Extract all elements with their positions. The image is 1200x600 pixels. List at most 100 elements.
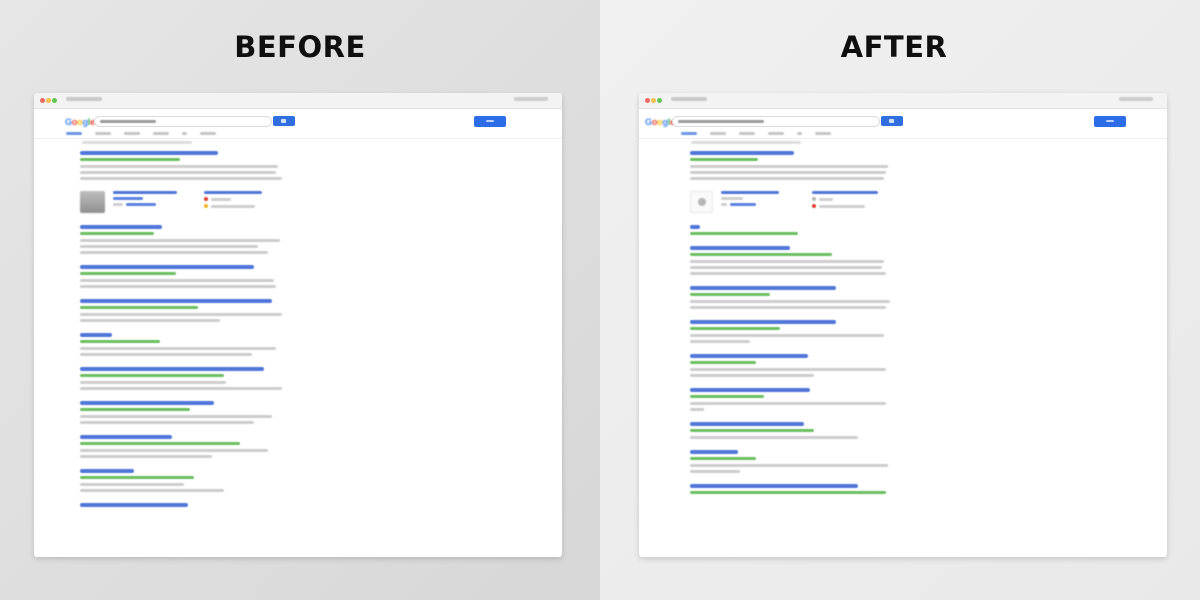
tab-tools[interactable] (815, 132, 831, 135)
sign-in-button[interactable] (474, 116, 506, 127)
tabs-divider (639, 138, 1167, 139)
result-title[interactable] (690, 320, 836, 324)
result-title[interactable] (80, 401, 214, 405)
knowledge-title[interactable] (812, 191, 879, 194)
search-result[interactable] (80, 367, 286, 390)
search-result[interactable] (690, 484, 896, 494)
close-window-icon[interactable] (645, 98, 650, 103)
result-title[interactable] (80, 151, 218, 155)
knowledge-card[interactable] (690, 191, 896, 215)
search-result[interactable] (80, 401, 286, 424)
tab-videos[interactable] (739, 132, 755, 135)
result-snippet (690, 402, 886, 405)
tab-videos[interactable] (124, 132, 140, 135)
result-url (690, 457, 756, 460)
knowledge-info (113, 191, 195, 215)
search-result[interactable] (80, 469, 286, 492)
search-result[interactable] (80, 225, 286, 254)
minimize-window-icon[interactable] (46, 98, 51, 103)
result-snippet (80, 285, 276, 288)
address-bar-text[interactable] (66, 97, 102, 101)
tab-images[interactable] (95, 132, 111, 135)
result-title[interactable] (80, 225, 162, 229)
result-title[interactable] (690, 450, 738, 454)
search-result[interactable] (690, 225, 896, 235)
search-result[interactable] (80, 435, 286, 458)
result-title[interactable] (80, 469, 134, 473)
search-result[interactable] (80, 299, 286, 322)
search-result[interactable] (80, 503, 286, 507)
result-title[interactable] (690, 286, 836, 290)
result-title[interactable] (80, 503, 188, 507)
browser-title-bar (34, 93, 562, 109)
google-logo[interactable]: Google (65, 117, 95, 127)
knowledge-link[interactable] (126, 203, 157, 206)
knowledge-card[interactable] (80, 191, 286, 215)
result-url (690, 327, 780, 330)
result-url (690, 395, 764, 398)
result-title[interactable] (80, 299, 272, 303)
result-title[interactable] (690, 388, 810, 392)
before-results-list (80, 151, 286, 518)
result-title[interactable] (690, 225, 700, 229)
tab-news[interactable] (153, 132, 169, 135)
tab-news[interactable] (768, 132, 784, 135)
search-input[interactable] (94, 116, 272, 127)
knowledge-thumbnail[interactable] (690, 191, 713, 213)
result-url (80, 340, 160, 343)
maximize-window-icon[interactable] (657, 98, 662, 103)
knowledge-thumbnail[interactable] (80, 191, 106, 213)
result-title[interactable] (690, 151, 794, 155)
knowledge-title[interactable] (720, 191, 779, 194)
tabs-divider (34, 138, 562, 139)
result-title[interactable] (690, 422, 804, 426)
knowledge-link[interactable] (113, 197, 144, 200)
search-result[interactable] (80, 151, 286, 180)
search-result[interactable] (80, 333, 286, 356)
search-button[interactable] (881, 116, 903, 126)
result-snippet (690, 464, 888, 467)
tab-tools[interactable] (200, 132, 216, 135)
address-bar-text[interactable] (671, 97, 707, 101)
search-button[interactable] (273, 116, 295, 126)
knowledge-link[interactable] (729, 203, 756, 206)
minimize-window-icon[interactable] (651, 98, 656, 103)
close-window-icon[interactable] (40, 98, 45, 103)
search-result[interactable] (690, 388, 896, 411)
google-logo[interactable]: Google (645, 117, 675, 127)
search-input[interactable] (672, 116, 880, 127)
result-title[interactable] (80, 265, 254, 269)
tab-images[interactable] (710, 132, 726, 135)
search-result[interactable] (690, 151, 896, 180)
tab-more[interactable] (182, 132, 187, 135)
result-snippet (80, 449, 268, 452)
result-snippet (80, 319, 220, 322)
result-snippet (690, 374, 814, 377)
result-title[interactable] (80, 367, 264, 371)
sign-in-button[interactable] (1094, 116, 1126, 127)
tab-more[interactable] (797, 132, 802, 135)
result-title[interactable] (80, 333, 112, 337)
search-result[interactable] (690, 450, 896, 473)
search-result[interactable] (80, 265, 286, 288)
red-dot-icon (812, 204, 817, 208)
browser-menu[interactable] (514, 97, 548, 101)
tab-all[interactable] (66, 132, 82, 135)
result-snippet (80, 313, 282, 316)
search-result[interactable] (690, 320, 896, 343)
search-query-text (678, 120, 764, 123)
browser-menu[interactable] (1119, 97, 1153, 101)
search-result[interactable] (690, 286, 896, 309)
result-title[interactable] (690, 246, 790, 250)
result-title[interactable] (690, 354, 808, 358)
knowledge-title[interactable] (203, 191, 262, 194)
knowledge-title[interactable] (113, 191, 178, 194)
result-title[interactable] (690, 484, 858, 488)
maximize-window-icon[interactable] (52, 98, 57, 103)
result-title[interactable] (80, 435, 172, 439)
tab-all[interactable] (681, 132, 697, 135)
result-url (80, 476, 194, 479)
search-result[interactable] (690, 354, 896, 377)
search-result[interactable] (690, 422, 896, 439)
search-result[interactable] (690, 246, 896, 275)
